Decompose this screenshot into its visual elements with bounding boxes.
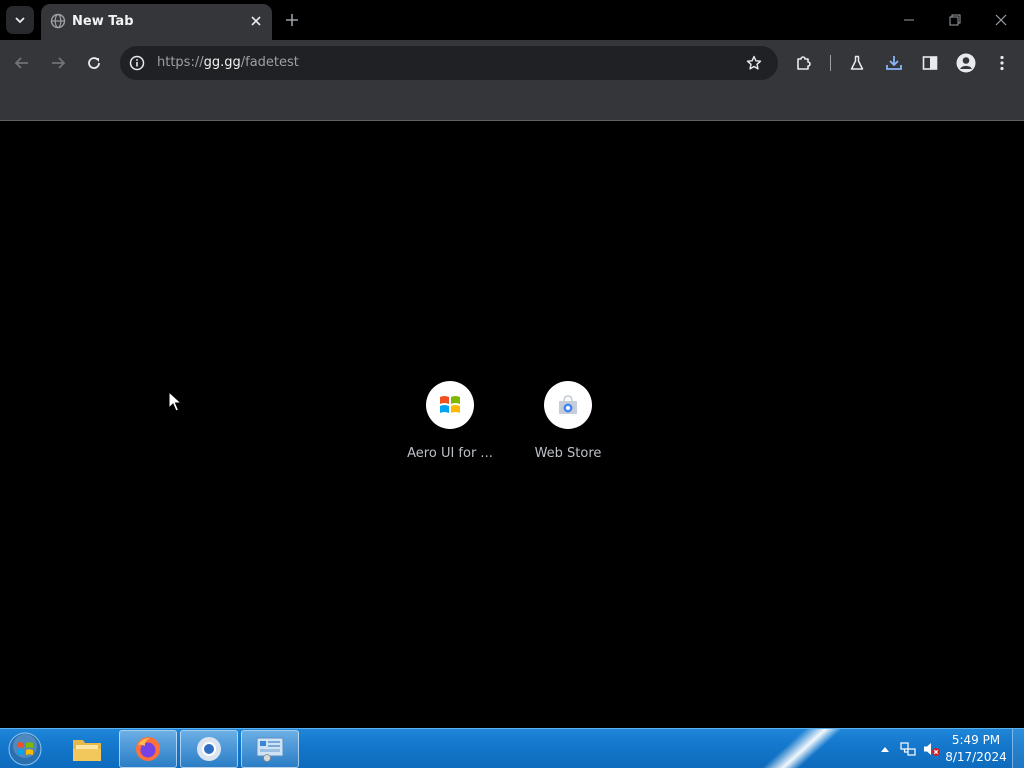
- url-scheme: https://: [157, 55, 204, 70]
- new-tab-page: Aero UI for ... Web Store: [0, 121, 1024, 728]
- screen: New Tab https://gg.gg/fadetest Aero UI f…: [0, 0, 1024, 768]
- browser-toolbar: https://gg.gg/fadetest: [0, 40, 1024, 86]
- url-text[interactable]: https://gg.gg/fadetest: [157, 55, 299, 70]
- minimize-icon: [904, 19, 914, 21]
- profile-button[interactable]: [954, 51, 978, 75]
- shortcut-tile[interactable]: Web Store: [513, 376, 623, 466]
- close-icon: [251, 16, 261, 26]
- back-button[interactable]: [10, 51, 34, 75]
- bookmark-star-button[interactable]: [744, 53, 764, 73]
- tray-show-hidden-button[interactable]: [876, 740, 894, 758]
- shortcut-label: Web Store: [534, 446, 602, 461]
- taskbar-control-panel[interactable]: [241, 730, 299, 768]
- taskbar-chrome[interactable]: [180, 730, 238, 768]
- folder-icon: [73, 740, 101, 761]
- side-panel-icon: [922, 56, 938, 70]
- clock-time: 5:49 PM: [951, 733, 1001, 747]
- arrow-right-icon: [52, 57, 66, 69]
- tab-strip: New Tab: [0, 0, 1024, 40]
- address-bar[interactable]: https://gg.gg/fadetest: [120, 46, 778, 80]
- side-panel-button[interactable]: [918, 51, 942, 75]
- shortcut-tile[interactable]: Aero UI for ...: [395, 376, 505, 466]
- windows-start-orb-icon: [8, 732, 42, 766]
- globe-icon: [50, 13, 66, 29]
- puzzle-icon: [797, 56, 811, 70]
- shortcut-icon-circle: [544, 381, 592, 429]
- minimize-button[interactable]: [897, 8, 921, 32]
- site-info-button[interactable]: [128, 54, 146, 72]
- extensions-button[interactable]: [792, 51, 816, 75]
- tab-search-button[interactable]: [6, 6, 34, 34]
- labs-button[interactable]: [845, 51, 869, 75]
- plus-icon: [286, 14, 298, 26]
- toolbar-separator: [830, 55, 831, 71]
- bookmark-bar: [0, 86, 1024, 120]
- start-button[interactable]: [6, 731, 44, 767]
- tab-close-button[interactable]: [248, 13, 264, 29]
- taskbar-light-streak: [738, 729, 852, 768]
- tray-network[interactable]: [899, 740, 917, 758]
- arrow-left-icon: [14, 57, 28, 69]
- chrome-icon: [197, 737, 221, 761]
- forward-button[interactable]: [46, 51, 70, 75]
- reload-icon: [88, 57, 100, 69]
- show-desktop-button[interactable]: [1012, 729, 1024, 768]
- mouse-cursor-icon: [168, 391, 182, 412]
- taskbar-firefox[interactable]: [119, 730, 177, 768]
- network-icon: [900, 742, 916, 756]
- taskbar: 5:49 PM 8/17/2024: [0, 728, 1024, 768]
- windows-logo-icon: [440, 396, 460, 413]
- close-window-button[interactable]: [989, 8, 1013, 32]
- close-icon: [995, 14, 1007, 26]
- tray-volume[interactable]: [923, 740, 941, 758]
- tab-title: New Tab: [72, 14, 134, 29]
- web-store-icon: [559, 395, 577, 414]
- menu-button[interactable]: [990, 51, 1014, 75]
- restore-button[interactable]: [943, 8, 967, 32]
- info-icon: [129, 55, 145, 71]
- new-tab-button[interactable]: [282, 10, 302, 30]
- caret-up-icon: [881, 747, 889, 752]
- shortcut-label: Aero UI for ...: [407, 446, 493, 461]
- star-icon: [746, 55, 762, 70]
- downloads-button[interactable]: [882, 51, 906, 75]
- url-path: /fadetest: [240, 55, 299, 70]
- chevron-down-icon: [15, 17, 25, 24]
- restore-icon: [949, 14, 961, 26]
- download-icon: [886, 56, 902, 70]
- firefox-icon: [136, 737, 160, 761]
- tab-new-tab[interactable]: New Tab: [41, 4, 272, 40]
- taskbar-file-explorer[interactable]: [58, 730, 116, 768]
- control-panel-icon: [256, 737, 284, 762]
- avatar-icon: [956, 53, 976, 73]
- kebab-menu-icon: [1000, 55, 1004, 71]
- reload-button[interactable]: [82, 51, 106, 75]
- volume-muted-icon: [924, 743, 940, 756]
- url-host: gg.gg: [203, 55, 241, 70]
- clock-date: 8/17/2024: [945, 750, 1007, 764]
- flask-icon: [850, 55, 864, 70]
- shortcut-icon-circle: [426, 381, 474, 429]
- taskbar-clock[interactable]: 5:49 PM 8/17/2024: [944, 732, 1008, 766]
